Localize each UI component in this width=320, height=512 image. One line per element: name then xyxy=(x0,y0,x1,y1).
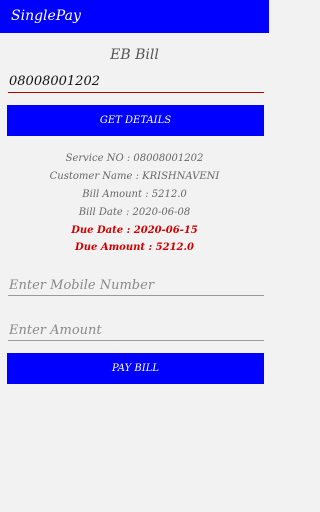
due-amount-text: Due Amount : 5212.0 xyxy=(75,242,194,253)
amount-input[interactable] xyxy=(8,320,264,341)
service-number-input[interactable] xyxy=(8,71,264,93)
pay-bill-button[interactable]: PAY BILL xyxy=(7,353,264,384)
service-number-text: Service NO : 08008001202 xyxy=(65,153,204,164)
bill-amount-text: Bill Amount : 5212.0 xyxy=(82,189,187,200)
get-details-button[interactable]: GET DETAILS xyxy=(7,105,264,136)
bill-date-text: Bill Date : 2020-06-08 xyxy=(78,207,191,218)
mobile-number-input[interactable] xyxy=(8,275,264,296)
page-title: EB Bill xyxy=(110,47,159,63)
due-date-text: Due Date : 2020-06-15 xyxy=(71,225,198,236)
app-bar: SinglePay xyxy=(0,0,269,33)
app-title: SinglePay xyxy=(11,8,81,24)
customer-name-text: Customer Name : KRISHNAVENI xyxy=(49,171,220,182)
